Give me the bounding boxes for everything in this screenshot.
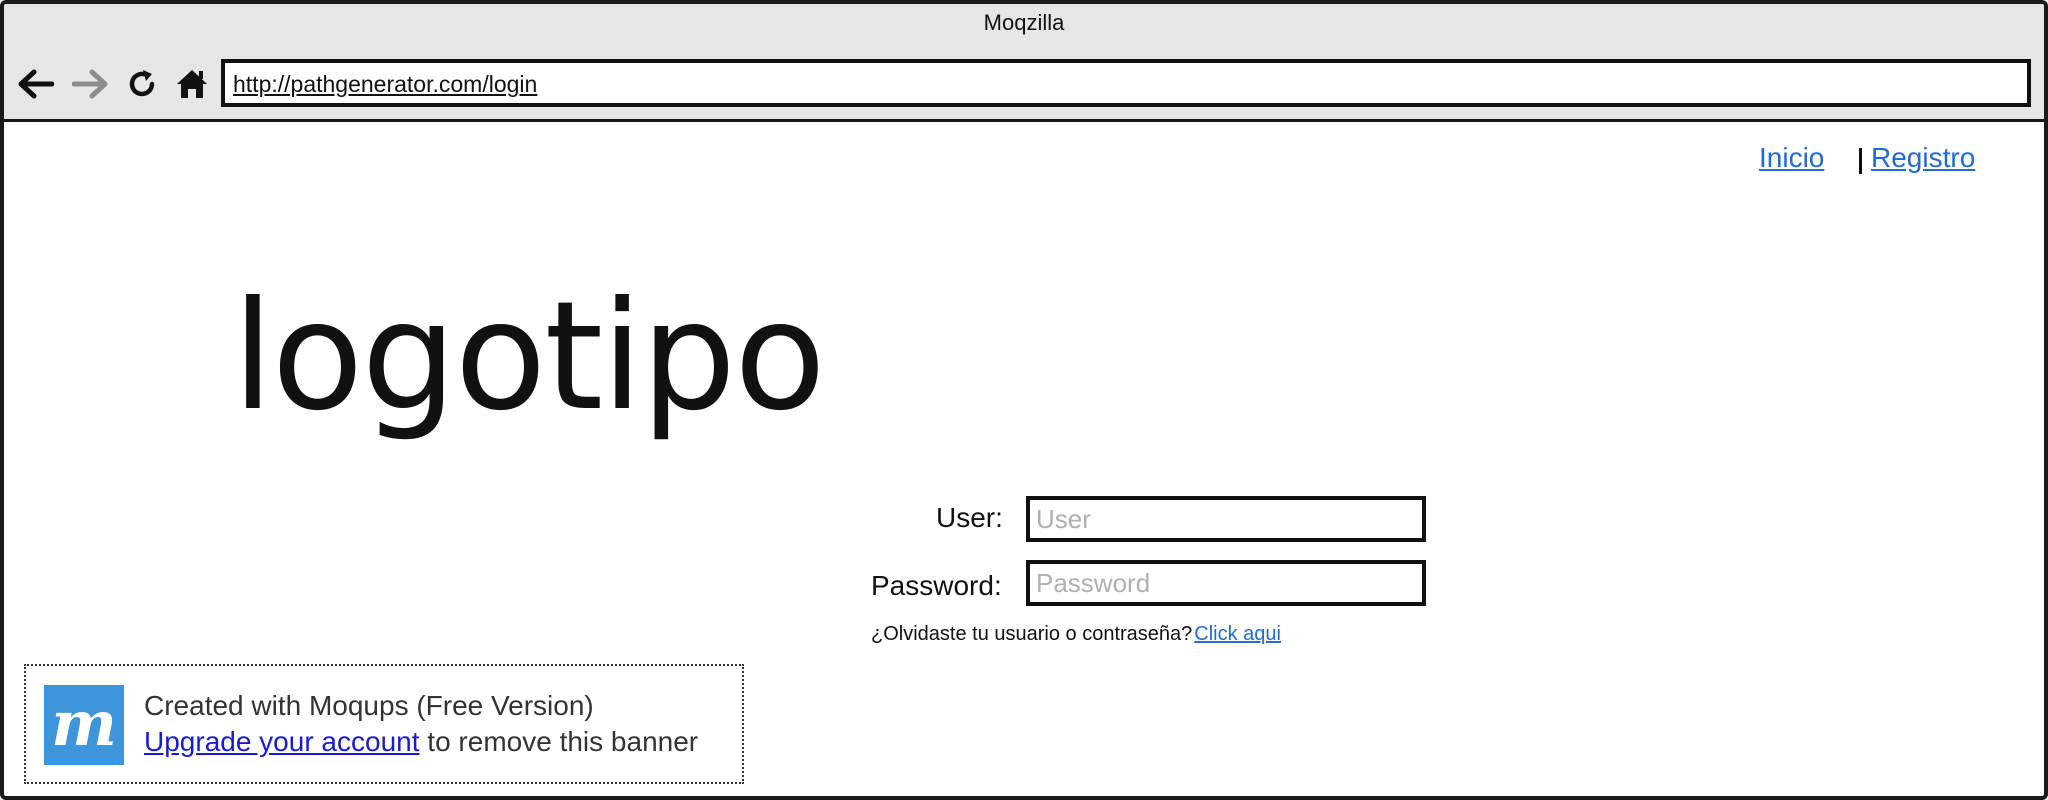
- url-text: http://pathgenerator.com/login: [233, 71, 538, 97]
- browser-window: Moqzilla http://pathgenerator.com/login …: [0, 0, 2048, 800]
- site-logo: logotipo: [224, 272, 826, 482]
- password-label: Password:: [871, 570, 1002, 601]
- window-title: Moqzilla: [983, 10, 1065, 35]
- back-button[interactable]: [16, 64, 56, 104]
- password-input[interactable]: [1026, 560, 1426, 606]
- forgot-credentials: ¿Olvidaste tu usuario o contraseña? Click…: [871, 623, 1281, 646]
- nav-link-inicio[interactable]: Inicio: [1759, 142, 1824, 174]
- address-bar[interactable]: http://pathgenerator.com/login: [221, 59, 2031, 107]
- reload-button[interactable]: [122, 64, 162, 104]
- home-button[interactable]: [172, 64, 212, 104]
- moqups-logo-letter: m: [51, 687, 117, 760]
- arrow-right-icon: [72, 69, 108, 99]
- home-icon: [177, 70, 207, 98]
- upgrade-account-link[interactable]: Upgrade your account: [144, 726, 420, 757]
- user-input[interactable]: [1026, 496, 1426, 542]
- logo-text: logotipo: [232, 270, 826, 444]
- forgot-link[interactable]: Click aqui: [1194, 623, 1281, 645]
- forgot-text: ¿Olvidaste tu usuario o contraseña?: [871, 623, 1193, 645]
- arrow-left-icon: [18, 69, 54, 99]
- browser-chrome: Moqzilla http://pathgenerator.com/login: [4, 4, 2044, 122]
- user-label: User:: [936, 502, 1003, 533]
- forward-button[interactable]: [70, 64, 110, 104]
- banner-suffix: to remove this banner: [419, 726, 699, 757]
- moqups-logo-icon: m: [44, 685, 124, 765]
- reload-icon: [129, 70, 155, 97]
- nav-divider: [1859, 148, 1862, 174]
- banner-message: Upgrade your account to remove this bann…: [144, 726, 698, 758]
- banner-title: Created with Moqups (Free Version): [144, 690, 594, 721]
- moqups-banner: m Created with Moqups (Free Version) Upg…: [24, 664, 744, 784]
- nav-link-registro[interactable]: Registro: [1871, 142, 1975, 174]
